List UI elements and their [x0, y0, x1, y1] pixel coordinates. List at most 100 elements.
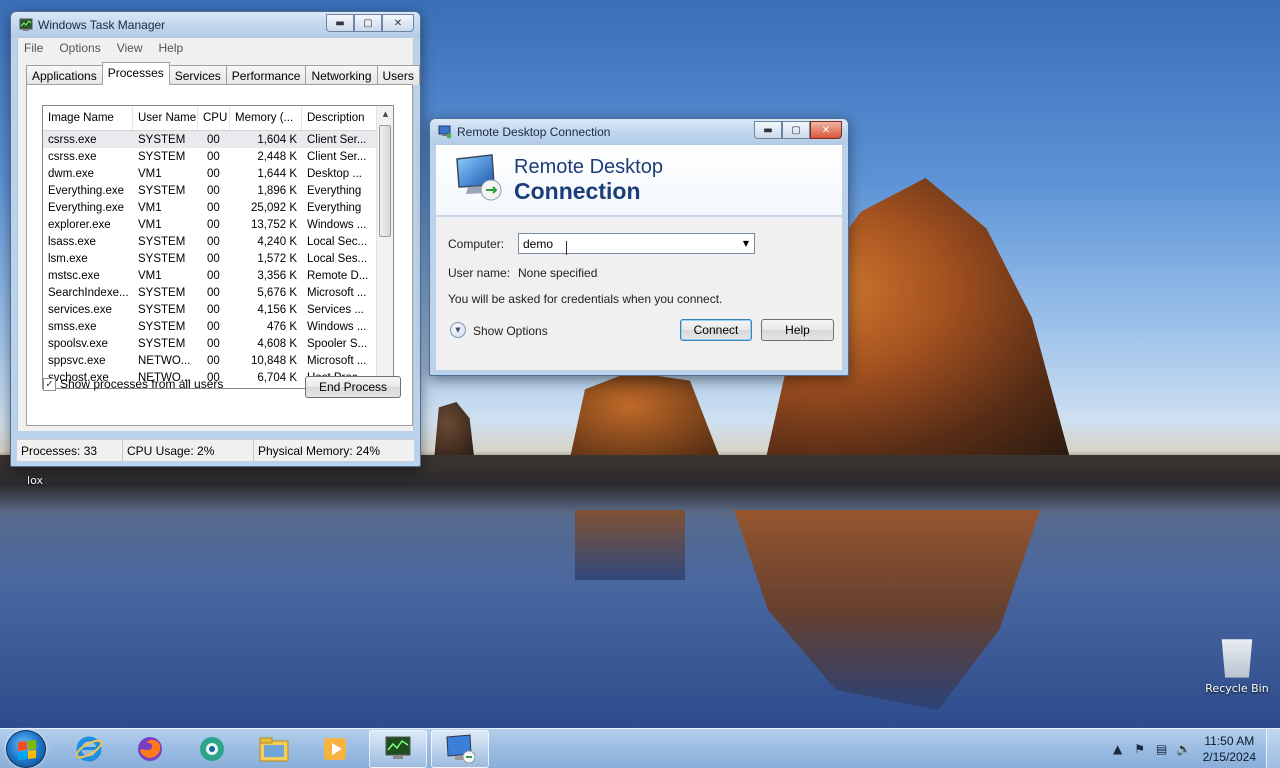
- menu-file[interactable]: File: [24, 41, 43, 55]
- menu-options[interactable]: Options: [59, 41, 100, 55]
- volume-muted-icon[interactable]: 🔊: [1173, 742, 1195, 756]
- cell-cpu: 00: [207, 252, 220, 265]
- end-process-button[interactable]: End Process: [305, 376, 401, 398]
- cell-user-name: SYSTEM: [138, 133, 186, 146]
- media-player-icon: [324, 738, 346, 760]
- table-row[interactable]: services.exe SYSTEM 00 4,156 K Services ...: [43, 301, 393, 318]
- task-manager-titlebar[interactable]: Windows Task Manager ▬ ▢ ✕: [11, 12, 420, 38]
- cell-description: Microsoft ...: [307, 286, 367, 299]
- cell-user-name: NETWO...: [138, 354, 191, 367]
- username-value: None specified: [518, 266, 598, 280]
- chevron-down-icon[interactable]: ▼: [738, 234, 754, 253]
- process-list-header: Image Name User Name CPU Memory (... Des…: [43, 106, 393, 131]
- cell-description: Desktop ...: [307, 167, 362, 180]
- show-all-processes-row[interactable]: ✓ Show processes from all users: [43, 377, 223, 391]
- process-list[interactable]: Image Name User Name CPU Memory (... Des…: [42, 105, 394, 389]
- table-row[interactable]: smss.exe SYSTEM 00 476 K Windows ...: [43, 318, 393, 335]
- status-memory: Physical Memory: 24%: [258, 444, 381, 458]
- table-row[interactable]: sppsvc.exe NETWO... 00 10,848 K Microsoft ..…: [43, 352, 393, 369]
- table-row[interactable]: dwm.exe VM1 00 1,644 K Desktop ...: [43, 165, 393, 182]
- start-button[interactable]: [6, 730, 46, 768]
- column-description[interactable]: Description: [302, 106, 378, 130]
- help-button[interactable]: Help: [761, 319, 834, 341]
- table-row[interactable]: lsass.exe SYSTEM 00 4,240 K Local Sec...: [43, 233, 393, 250]
- column-memory[interactable]: Memory (...: [230, 106, 302, 130]
- show-hidden-icons-icon[interactable]: ▲: [1107, 742, 1129, 756]
- cell-cpu: 00: [207, 235, 220, 248]
- tab-performance[interactable]: Performance: [225, 65, 307, 85]
- app-icon: [200, 737, 224, 761]
- cell-image-name: csrss.exe: [48, 133, 97, 146]
- tab-applications[interactable]: Applications: [26, 65, 103, 85]
- cell-memory: 5,676 K: [257, 286, 297, 299]
- maximize-button[interactable]: ▢: [354, 14, 382, 32]
- cell-cpu: 00: [207, 337, 220, 350]
- cell-cpu: 00: [207, 320, 220, 333]
- table-row[interactable]: SearchIndexe... SYSTEM 00 5,676 K Microsoft …: [43, 284, 393, 301]
- cell-memory: 2,448 K: [257, 150, 297, 163]
- minimize-button[interactable]: ▬: [326, 14, 354, 32]
- clock[interactable]: 11:50 AM 2/15/2024: [1203, 733, 1256, 765]
- scroll-up-icon[interactable]: ▲: [377, 106, 393, 123]
- cell-description: Client Ser...: [307, 133, 367, 146]
- action-center-flag-icon[interactable]: ⚑: [1129, 742, 1151, 756]
- cell-user-name: VM1: [138, 167, 162, 180]
- close-button[interactable]: ✕: [382, 14, 414, 32]
- process-list-scrollbar[interactable]: ▲ ▼: [376, 106, 393, 388]
- firefox-icon: [138, 737, 162, 761]
- taskbar-windows-explorer[interactable]: [245, 730, 303, 768]
- recycle-bin-desktop-icon[interactable]: Recycle Bin: [1200, 634, 1274, 695]
- menu-help[interactable]: Help: [159, 41, 184, 55]
- network-icon[interactable]: ▤: [1151, 742, 1173, 756]
- cell-image-name: SearchIndexe...: [48, 286, 129, 299]
- cell-user-name: SYSTEM: [138, 150, 186, 163]
- computer-combobox[interactable]: demo ▼: [518, 233, 755, 254]
- tab-networking[interactable]: Networking: [305, 65, 378, 85]
- windows-explorer-icon: [259, 737, 289, 762]
- show-options-expand-icon[interactable]: ▼: [450, 322, 466, 338]
- show-all-processes-checkbox[interactable]: ✓: [43, 377, 56, 391]
- table-row[interactable]: explorer.exe VM1 00 13,752 K Windows ...: [43, 216, 393, 233]
- table-row[interactable]: csrss.exe SYSTEM 00 1,604 K Client Ser...: [43, 131, 393, 148]
- table-row[interactable]: lsm.exe SYSTEM 00 1,572 K Local Ses...: [43, 250, 393, 267]
- computer-input[interactable]: demo: [519, 237, 738, 251]
- taskbar-firefox[interactable]: [121, 730, 179, 768]
- rdc-minimize-button[interactable]: ▬: [754, 121, 782, 139]
- cell-image-name: Everything.exe: [48, 201, 125, 214]
- cell-memory: 1,644 K: [257, 167, 297, 180]
- remote-desktop-window: Remote Desktop Connection ▬ ▢ ✕ Remote D…: [429, 118, 849, 376]
- cell-memory: 10,848 K: [250, 354, 297, 367]
- cell-user-name: SYSTEM: [138, 235, 186, 248]
- table-row[interactable]: csrss.exe SYSTEM 00 2,448 K Client Ser...: [43, 148, 393, 165]
- tab-services[interactable]: Services: [168, 65, 227, 85]
- taskbar-task-manager[interactable]: [369, 730, 427, 768]
- scrollbar-thumb[interactable]: [379, 125, 391, 237]
- partial-desktop-icon[interactable]: lox: [0, 474, 70, 487]
- column-image-name[interactable]: Image Name: [43, 106, 133, 130]
- tab-users[interactable]: Users: [376, 65, 420, 85]
- cell-memory: 13,752 K: [250, 218, 297, 231]
- taskbar-remote-desktop[interactable]: [431, 730, 489, 768]
- rdc-maximize-button[interactable]: ▢: [782, 121, 810, 139]
- cell-user-name: SYSTEM: [138, 337, 186, 350]
- show-options-label[interactable]: Show Options: [473, 324, 548, 338]
- column-cpu[interactable]: CPU: [198, 106, 230, 130]
- table-row[interactable]: Everything.exe SYSTEM 00 1,896 K Everything: [43, 182, 393, 199]
- username-label: User name:: [448, 266, 511, 280]
- rdc-close-button[interactable]: ✕: [810, 121, 842, 139]
- taskbar-app[interactable]: [183, 730, 241, 768]
- cell-description: Local Sec...: [307, 235, 368, 248]
- table-row[interactable]: spoolsv.exe SYSTEM 00 4,608 K Spooler S...: [43, 335, 393, 352]
- show-desktop-button[interactable]: [1266, 729, 1280, 768]
- system-tray: ▲ ⚑ ▤ 🔊 11:50 AM 2/15/2024: [1107, 729, 1280, 768]
- rdc-titlebar[interactable]: Remote Desktop Connection ▬ ▢ ✕: [430, 119, 848, 145]
- connect-button[interactable]: Connect: [680, 319, 752, 341]
- tab-processes[interactable]: Processes: [101, 62, 170, 85]
- table-row[interactable]: mstsc.exe VM1 00 3,356 K Remote D...: [43, 267, 393, 284]
- column-user-name[interactable]: User Name: [133, 106, 198, 130]
- minimize-icon: ▬: [763, 124, 773, 136]
- menu-view[interactable]: View: [117, 41, 143, 55]
- taskbar-internet-explorer[interactable]: [60, 730, 118, 768]
- table-row[interactable]: Everything.exe VM1 00 25,092 K Everything: [43, 199, 393, 216]
- taskbar-media-player[interactable]: [306, 730, 364, 768]
